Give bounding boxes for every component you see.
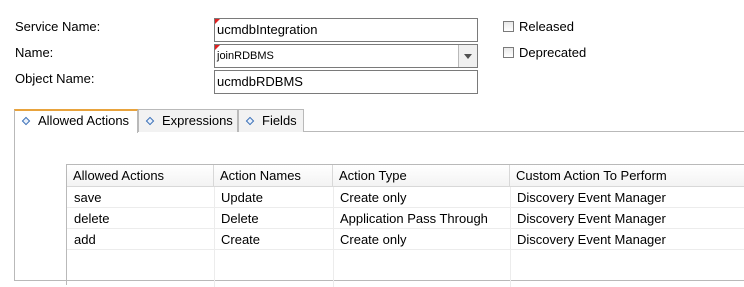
tab-label: Allowed Actions xyxy=(38,113,130,128)
released-checkbox[interactable] xyxy=(503,21,514,32)
column-header[interactable]: Action Type xyxy=(333,165,510,187)
table-cell: Create only xyxy=(340,232,407,247)
object-name-field[interactable]: ucmdbRDBMS xyxy=(214,70,478,94)
table-cell: Discovery Event Manager xyxy=(517,232,666,247)
required-marker-icon xyxy=(215,45,220,50)
tab-expressions[interactable]: Expressions xyxy=(138,109,238,132)
tab-allowed-actions[interactable]: Allowed Actions xyxy=(14,109,138,133)
object-name-label: Object Name: xyxy=(15,71,95,86)
released-label: Released xyxy=(519,19,574,34)
service-name-value: ucmdbIntegration xyxy=(217,22,318,37)
diamond-icon xyxy=(145,116,155,126)
table-cell: add xyxy=(74,232,96,247)
name-combo[interactable]: joinRDBMS xyxy=(214,44,478,68)
table-row[interactable]: add Create Create only Discovery Event M… xyxy=(67,229,744,250)
table-cell: Discovery Event Manager xyxy=(517,211,666,226)
column-header[interactable]: Allowed Actions xyxy=(67,165,214,187)
service-name-field[interactable]: ucmdbIntegration xyxy=(214,18,478,42)
name-label: Name: xyxy=(15,45,54,60)
table-cell: Create xyxy=(221,232,261,247)
object-name-value: ucmdbRDBMS xyxy=(217,74,303,89)
deprecated-label: Deprecated xyxy=(519,45,587,60)
table-row[interactable]: delete Delete Application Pass Through D… xyxy=(67,208,744,229)
tab-label: Expressions xyxy=(162,113,233,128)
table-cell: Create only xyxy=(340,190,407,205)
table-cell: Update xyxy=(221,190,263,205)
diamond-icon xyxy=(245,116,255,126)
deprecated-checkbox[interactable] xyxy=(503,47,514,58)
tab-fields[interactable]: Fields xyxy=(238,109,304,132)
table-row[interactable]: save Update Create only Discovery Event … xyxy=(67,187,744,208)
table-cell: save xyxy=(74,190,102,205)
table-cell: delete xyxy=(74,211,110,226)
chevron-down-icon[interactable] xyxy=(458,45,477,67)
allowed-actions-table: Allowed Actions Action Names Action Type… xyxy=(66,164,744,287)
service-name-label: Service Name: xyxy=(15,19,101,34)
required-marker-icon xyxy=(215,19,220,24)
tab-label: Fields xyxy=(262,113,297,128)
table-cell: Application Pass Through xyxy=(340,211,488,226)
diamond-icon xyxy=(21,116,31,126)
column-header[interactable]: Action Names xyxy=(214,165,333,187)
table-cell: Delete xyxy=(221,211,259,226)
name-value: joinRDBMS xyxy=(217,50,274,62)
column-header[interactable]: Custom Action To Perform xyxy=(510,165,744,187)
table-cell: Discovery Event Manager xyxy=(517,190,666,205)
